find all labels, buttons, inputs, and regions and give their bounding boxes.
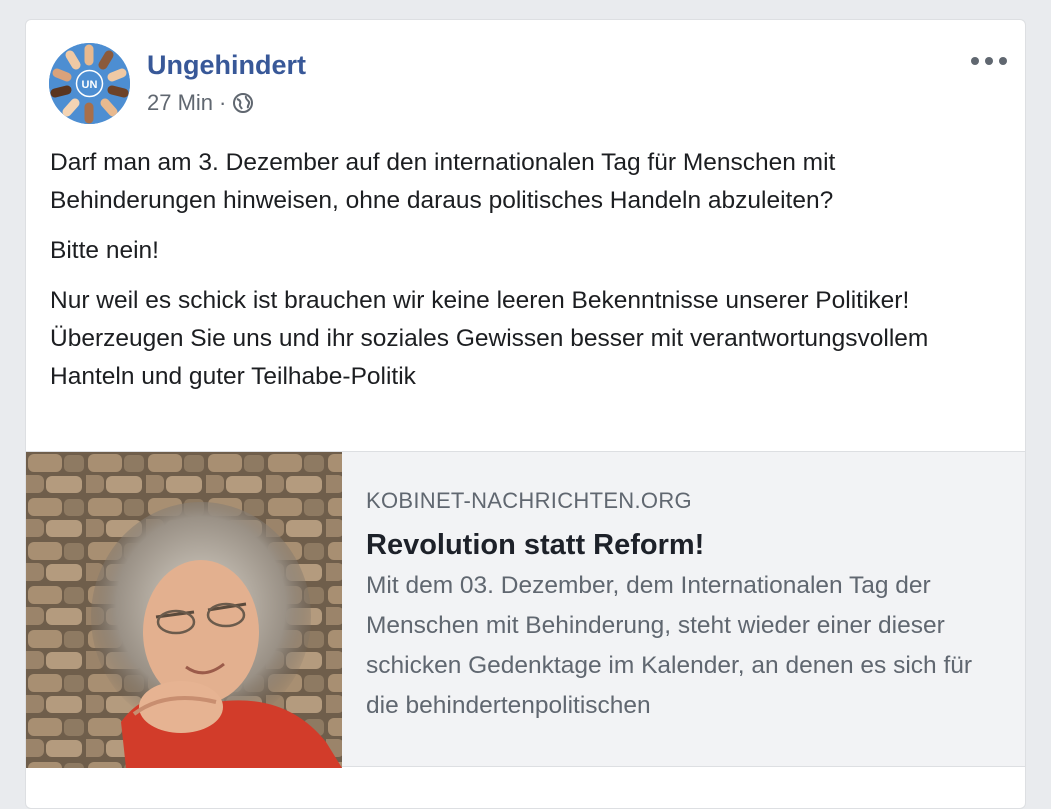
post-header: UN Ungehindert 27 Min · — [26, 20, 1025, 130]
more-dot-icon — [971, 57, 979, 65]
page-avatar[interactable]: UN — [49, 43, 130, 124]
link-thumbnail[interactable] — [26, 452, 342, 768]
avatar-text: UN — [82, 79, 98, 91]
more-dot-icon — [985, 57, 993, 65]
post-body: Darf man am 3. Dezember auf den internat… — [26, 130, 1025, 396]
link-title[interactable]: Revolution statt Reform! — [366, 527, 1003, 563]
post-paragraph: Nur weil es schick ist brauchen wir kein… — [50, 282, 1001, 396]
post-paragraph-line: Nur weil es schick ist brauchen wir kein… — [50, 287, 910, 314]
post-timestamp[interactable]: 27 Min — [147, 90, 213, 116]
meta-separator: · — [219, 90, 227, 115]
link-info: KOBINET-NACHRICHTEN.ORG Revolution statt… — [342, 452, 1025, 766]
link-description: Mit dem 03. Dezember, dem Internationale… — [366, 572, 973, 719]
page-name-link[interactable]: Ungehindert — [147, 50, 306, 81]
post-paragraph: Bitte nein! — [50, 237, 159, 264]
post-paragraph: Darf man am 3. Dezember auf den internat… — [50, 149, 836, 214]
post-paragraph-line: Überzeugen Sie uns und ihr soziales Gewi… — [50, 325, 929, 390]
link-domain: KOBINET-NACHRICHTEN.ORG — [366, 488, 692, 513]
post-meta: 27 Min · — [147, 90, 254, 116]
un-hands-logo-icon: UN — [49, 43, 130, 124]
link-preview[interactable]: KOBINET-NACHRICHTEN.ORG Revolution statt… — [26, 451, 1025, 768]
portrait-thumbnail-image — [26, 452, 342, 768]
post-card: UN Ungehindert 27 Min · Darf man am 3. D… — [25, 19, 1026, 809]
globe-icon[interactable] — [232, 92, 254, 114]
more-options-button[interactable] — [971, 50, 1007, 72]
more-dot-icon — [999, 57, 1007, 65]
